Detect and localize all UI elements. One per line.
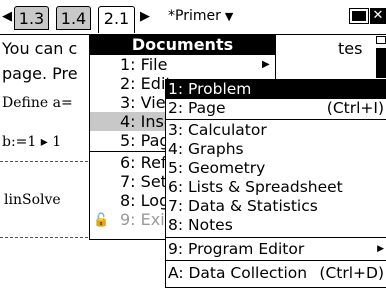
insert-submenu: 1: Problem 2: Page (Ctrl+I) 3: Calculator… bbox=[165, 79, 386, 288]
tab-1-3[interactable]: 1.3 bbox=[14, 6, 49, 30]
close-icon[interactable]: ✕ bbox=[370, 8, 386, 24]
submenu-arrow-icon: ▶ bbox=[377, 244, 384, 254]
submenu-separator bbox=[166, 237, 386, 238]
submenu-item-geometry[interactable]: 5: Geometry bbox=[166, 159, 386, 178]
submenu-separator bbox=[166, 119, 386, 120]
shortcut-ctrl-i: (Ctrl+I) bbox=[326, 99, 384, 117]
documents-menu-title: Documents bbox=[90, 35, 275, 55]
document-title[interactable]: *Primer ▼ bbox=[168, 8, 233, 24]
submenu-item-notes[interactable]: 8: Notes bbox=[166, 216, 386, 235]
tab-bar: ◀ 1.3 1.4 2.1 ▶ *Primer ▼ ✕ bbox=[0, 0, 386, 35]
submenu-arrow-icon: ▶ bbox=[262, 59, 270, 70]
b-assignment: b:=1 ▸ 1 bbox=[2, 134, 62, 150]
define-statement: Define a= bbox=[2, 95, 73, 111]
doc-line-1-left: You can c bbox=[2, 39, 78, 58]
scroll-left-icon[interactable]: ◀ bbox=[2, 9, 12, 24]
submenu-item-data-collection[interactable]: A: Data Collection (Ctrl+D) bbox=[166, 264, 386, 283]
submenu-item-problem[interactable]: 1: Problem bbox=[166, 80, 386, 99]
menu-item-file[interactable]: 1: File bbox=[90, 55, 275, 74]
submenu-item-data-statistics[interactable]: 7: Data & Statistics bbox=[166, 197, 386, 216]
doc-line-2: page. Pre bbox=[2, 64, 78, 83]
linsolve-text: linSolve bbox=[4, 192, 61, 208]
battery-icon bbox=[349, 8, 369, 24]
doc-line-1-right: tes bbox=[338, 39, 363, 58]
submenu-item-program-editor[interactable]: 9: Program Editor ▶ bbox=[166, 240, 386, 259]
lock-icon: 🔓 bbox=[93, 213, 110, 228]
submenu-item-graphs[interactable]: 4: Graphs bbox=[166, 140, 386, 159]
submenu-separator bbox=[166, 260, 386, 261]
scroll-right-icon[interactable]: ▶ bbox=[140, 9, 150, 24]
chevron-down-icon: ▼ bbox=[224, 10, 234, 23]
submenu-item-calculator[interactable]: 3: Calculator bbox=[166, 121, 386, 140]
tab-1-4[interactable]: 1.4 bbox=[56, 6, 91, 30]
submenu-item-lists-spreadsheet[interactable]: 6: Lists & Spreadsheet bbox=[166, 178, 386, 197]
shortcut-ctrl-d: (Ctrl+D) bbox=[319, 264, 384, 282]
tab-2-1[interactable]: 2.1 bbox=[98, 6, 135, 33]
submenu-item-page[interactable]: 2: Page (Ctrl+I) bbox=[166, 99, 386, 118]
